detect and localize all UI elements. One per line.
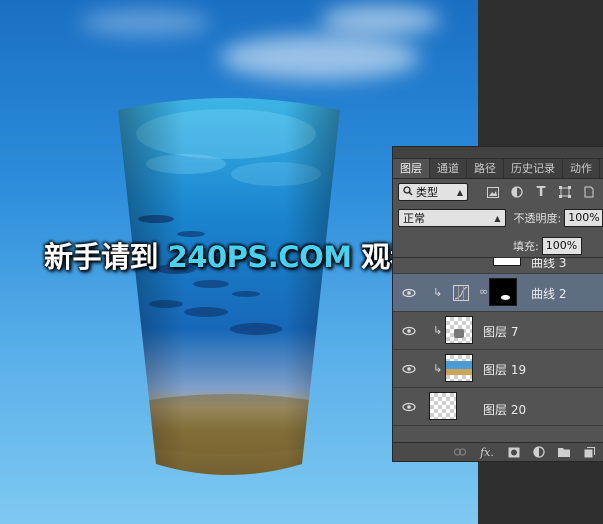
layer-row-layer-19[interactable]: ↳ 图层 19 <box>393 350 603 388</box>
panel-title-bar[interactable] <box>393 147 603 159</box>
watermark-prefix: 新手请到 <box>44 240 168 274</box>
layer-name: 图层 20 <box>483 403 527 417</box>
filter-type-label: 类型 <box>416 186 438 199</box>
lock-row: 填充: 100% <box>398 236 603 256</box>
panel-bottom-toolbar: fx. <box>393 442 603 461</box>
tab-history[interactable]: 历史记录 <box>504 159 563 178</box>
layer-mask-thumbnail <box>493 258 521 266</box>
tab-actions[interactable]: 动作 <box>563 159 600 178</box>
layer-thumbnail <box>445 316 473 344</box>
underwater-cup-image <box>116 94 342 486</box>
pixel-filter-icon[interactable] <box>486 185 500 199</box>
layer-list: 曲线 3 ↳ ∞ 曲线 2 ↳ 图层 7 ↳ 图层 19 图层 20 <box>393 257 603 442</box>
curves-adjustment-icon <box>453 285 469 301</box>
visibility-eye-icon[interactable] <box>402 288 416 298</box>
watermark-site: 240PS.COM <box>167 240 353 274</box>
layers-panel: 图层 通道 路径 历史记录 动作 类型 ▲ T 正常 ▲ 不透明度: 100% … <box>392 146 603 462</box>
clipping-arrow-icon: ↳ <box>433 286 443 299</box>
mask-link-icon[interactable]: ∞ <box>479 285 488 298</box>
select-arrows-icon: ▲ <box>456 187 463 197</box>
tab-paths[interactable]: 路径 <box>467 159 504 178</box>
shape-filter-icon[interactable] <box>558 185 572 199</box>
search-icon <box>403 185 413 199</box>
folder-icon[interactable] <box>558 446 570 458</box>
cloud <box>220 35 420 80</box>
cloud <box>320 5 440 35</box>
filter-type-select[interactable]: 类型 ▲ <box>398 183 468 201</box>
layer-row-layer-7[interactable]: ↳ 图层 7 <box>393 312 603 350</box>
smart-object-filter-icon[interactable] <box>582 185 596 199</box>
layer-row-layer-20[interactable]: 图层 20 <box>393 388 603 426</box>
opacity-label: 不透明度: <box>513 212 562 225</box>
layer-name: 图层 7 <box>483 325 519 339</box>
layer-mask-thumbnail[interactable] <box>489 278 517 306</box>
blend-mode-select[interactable]: 正常 ▲ <box>398 209 506 227</box>
visibility-eye-icon[interactable] <box>402 326 416 336</box>
adjustment-icon[interactable] <box>533 446 545 458</box>
visibility-eye-icon[interactable] <box>402 402 416 412</box>
tab-channels[interactable]: 通道 <box>430 159 467 178</box>
mask-icon[interactable] <box>508 446 520 458</box>
layer-thumbnail <box>429 392 457 420</box>
layer-row-curves-3[interactable]: 曲线 3 <box>393 257 603 274</box>
link-icon[interactable] <box>454 446 466 458</box>
layer-name: 曲线 2 <box>531 287 567 301</box>
layer-thumbnail <box>445 354 473 382</box>
visibility-eye-icon[interactable] <box>402 364 416 374</box>
select-arrows-icon: ▲ <box>494 213 501 223</box>
cloud <box>80 10 210 35</box>
layer-row-curves-2[interactable]: ↳ ∞ 曲线 2 <box>393 274 603 312</box>
type-filter-icon[interactable]: T <box>534 185 548 200</box>
opacity-input[interactable]: 100% <box>564 209 603 227</box>
adjustment-filter-icon[interactable] <box>510 185 524 199</box>
panel-tabs: 图层 通道 路径 历史记录 动作 <box>393 159 603 179</box>
layer-filter-row: 类型 ▲ T <box>398 181 603 203</box>
fx-icon[interactable]: fx. <box>479 446 495 459</box>
layer-name: 图层 19 <box>483 363 527 377</box>
fill-input[interactable]: 100% <box>541 237 582 255</box>
new-layer-icon[interactable] <box>583 446 595 458</box>
tab-layers[interactable]: 图层 <box>393 159 430 178</box>
blend-row: 正常 ▲ 不透明度: 100% <box>398 208 603 228</box>
clipping-arrow-icon: ↳ <box>433 324 443 337</box>
blend-mode-value: 正常 <box>403 212 425 225</box>
layer-name: 曲线 3 <box>531 257 567 270</box>
clipping-arrow-icon: ↳ <box>433 362 443 375</box>
fill-label: 填充: <box>513 240 539 253</box>
